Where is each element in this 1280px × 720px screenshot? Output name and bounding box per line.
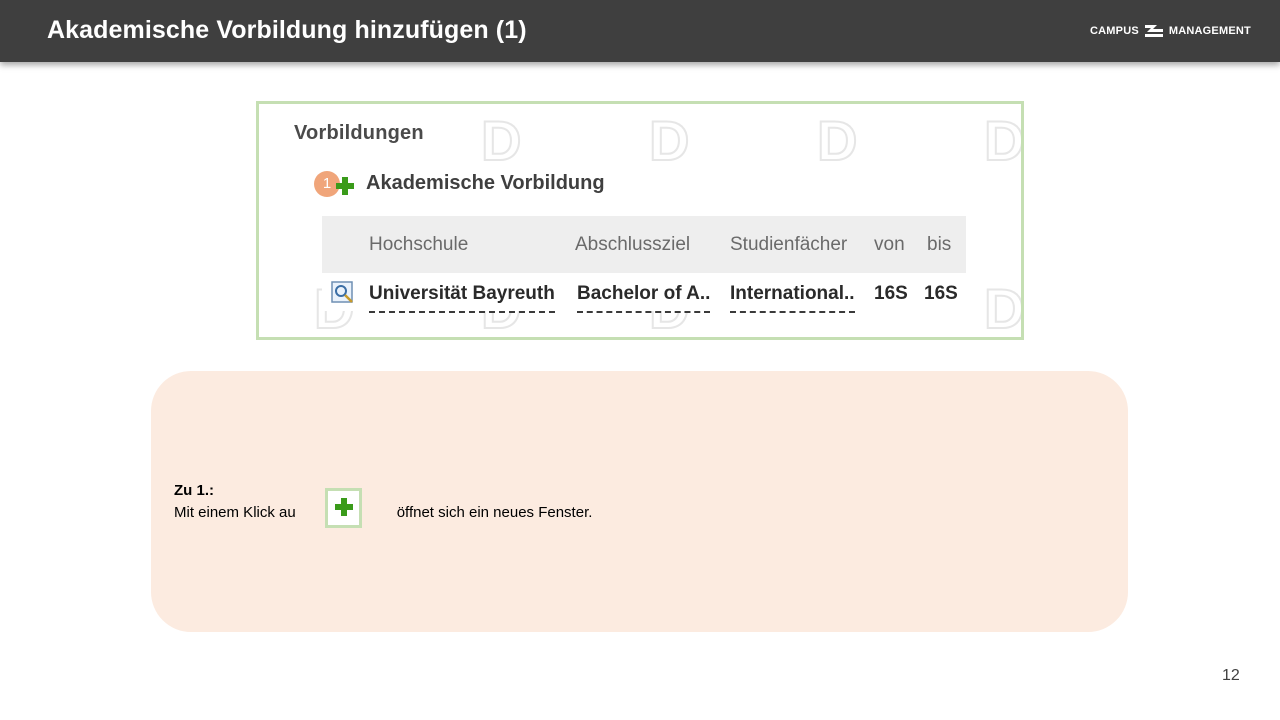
table-row[interactable]: Universität Bayreuth Bachelor of A.. Int… [322, 273, 966, 313]
cell-to: 16S [924, 283, 958, 304]
cell-degree[interactable]: Bachelor of A.. [577, 283, 711, 313]
add-academic-education-link[interactable]: Akademische Vorbildung [366, 172, 605, 195]
logo-mark-icon [1144, 25, 1163, 37]
section-heading: Vorbildungen [294, 122, 424, 144]
logo-text-right: MANAGEMENT [1168, 25, 1251, 37]
column-header: Abschlussziel [575, 234, 691, 255]
page-number: 12 [1222, 667, 1240, 684]
logo-text-left: CAMPUS [1090, 25, 1139, 37]
cell-university[interactable]: Universität Bayreuth [369, 283, 555, 313]
cell-from: 16S [874, 283, 908, 304]
note-text: Mit einem Klick au öffnet sich ein neues … [174, 504, 592, 521]
watermark-d: D [480, 109, 522, 172]
plus-icon [335, 498, 353, 516]
plus-icon[interactable] [335, 176, 355, 196]
cell-subjects[interactable]: International.. [730, 283, 855, 313]
plus-icon-inline [325, 488, 362, 528]
note-text-before: Mit einem Klick au [174, 504, 296, 521]
watermark-d: D [816, 109, 858, 172]
watermark-d: D [983, 277, 1024, 340]
education-table: Hochschule Abschlussziel Studienfächer v… [322, 216, 966, 313]
explanation-box: Zu 1.: Mit einem Klick au öffnet sich ein… [151, 371, 1128, 632]
column-header: bis [927, 234, 952, 255]
column-header: von [874, 234, 905, 255]
campus-management-logo: CAMPUS MANAGEMENT [1090, 21, 1251, 41]
watermark-d: D [983, 109, 1024, 172]
note-heading: Zu 1.: [174, 482, 214, 499]
note-text-after: öffnet sich ein neues Fenster. [396, 504, 593, 521]
column-header: Hochschule [369, 234, 469, 255]
table-header: Hochschule Abschlussziel Studienfächer v… [322, 216, 966, 273]
watermark-d: D [648, 109, 690, 172]
slide-title: Akademische Vorbildung hinzufügen (1) [47, 16, 527, 44]
screenshot-frame: D D D D D D D D Vorbildungen 1 Akademisc… [256, 101, 1024, 340]
slide-header: Akademische Vorbildung hinzufügen (1) CA… [0, 0, 1280, 62]
magnifier-view-icon[interactable] [331, 281, 355, 305]
column-header: Studienfächer [730, 234, 848, 255]
